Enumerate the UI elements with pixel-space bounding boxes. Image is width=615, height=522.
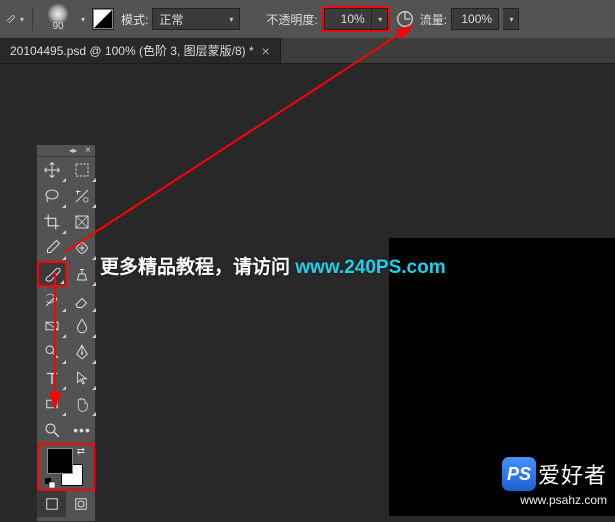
pen-tool[interactable] — [67, 339, 97, 365]
flow-label: 流量: — [420, 11, 447, 28]
opacity-input[interactable]: 10% — [324, 8, 372, 30]
brush-preset-picker[interactable]: 90 — [41, 6, 75, 32]
chevron-down-icon: ▾ — [378, 15, 382, 24]
brush-panel-icon — [92, 8, 114, 30]
eyedropper-tool[interactable] — [37, 235, 67, 261]
tools-panel-header[interactable]: ◂▸ × — [37, 145, 95, 157]
gradient-tool[interactable] — [37, 313, 67, 339]
opacity-label: 不透明度: — [266, 11, 317, 28]
flow-value: 100% — [461, 12, 492, 26]
healing-tool[interactable] — [67, 235, 97, 261]
close-icon[interactable]: × — [85, 145, 91, 156]
pressure-opacity-toggle[interactable] — [394, 8, 416, 30]
type-tool[interactable] — [37, 365, 67, 391]
chevron-down-icon: ▾ — [20, 15, 24, 24]
watermark-ps-badge: PS — [502, 457, 536, 491]
hand-tool[interactable] — [67, 391, 97, 417]
tools-panel: ◂▸ × ••• ⇄ — [36, 144, 96, 522]
standard-mode[interactable] — [37, 491, 66, 517]
lasso-tool[interactable] — [37, 183, 67, 209]
brush-panel-toggle[interactable] — [89, 5, 117, 33]
zoom-tool[interactable] — [37, 417, 67, 443]
blend-mode-select[interactable]: 正常 ▾ — [152, 8, 240, 30]
path-select-tool[interactable] — [67, 365, 97, 391]
eraser-tool[interactable] — [67, 287, 97, 313]
blend-mode-value: 正常 — [159, 11, 183, 28]
document-tab-bar: 20104495.psd @ 100% (色阶 3, 图层蒙版/8) * × — [0, 38, 615, 64]
close-icon[interactable]: × — [262, 43, 270, 59]
opacity-value: 10% — [341, 12, 365, 26]
move-tool[interactable] — [37, 157, 67, 183]
quick-mask-mode[interactable] — [66, 491, 95, 517]
quick-select-tool[interactable] — [67, 183, 97, 209]
overlay-caption: 更多精品教程，请访问 www.240PS.com — [100, 252, 446, 279]
document-title: 20104495.psd @ 100% (色阶 3, 图层蒙版/8) * — [10, 42, 254, 59]
flow-dropdown[interactable]: ▾ — [503, 8, 519, 30]
chevron-down-icon[interactable]: ▾ — [81, 15, 85, 24]
options-bar: ▾ 90 ▾ 模式: 正常 ▾ 不透明度: 10% ▾ 流量: 100% ▾ — [0, 0, 615, 38]
watermark-logo: PS 爱好者 — [502, 457, 607, 491]
opacity-dropdown[interactable]: ▾ — [372, 8, 388, 30]
caption-url: www.240PS.com — [295, 257, 445, 278]
default-colors-icon[interactable] — [45, 478, 55, 488]
edit-toolbar[interactable]: ••• — [67, 417, 97, 443]
chevron-down-icon: ▾ — [229, 15, 233, 24]
watermark-text: 爱好者 — [538, 458, 607, 490]
watermark-url: www.psahz.com — [520, 493, 607, 507]
swap-colors-icon[interactable]: ⇄ — [77, 446, 85, 457]
dodge-tool[interactable] — [37, 339, 67, 365]
frame-tool[interactable] — [67, 209, 97, 235]
brush-tool[interactable] — [37, 261, 67, 287]
divider — [32, 7, 33, 31]
collapse-columns-icon[interactable]: ◂▸ — [69, 146, 77, 155]
marquee-tool[interactable] — [67, 157, 97, 183]
chevron-down-icon: ▾ — [510, 15, 514, 24]
opacity-highlight: 10% ▾ — [322, 6, 390, 32]
foreground-color[interactable] — [47, 448, 73, 474]
mode-label: 模式: — [121, 11, 148, 28]
brush-size-label: 90 — [52, 21, 63, 32]
flow-input[interactable]: 100% — [451, 8, 499, 30]
history-brush-tool[interactable] — [37, 287, 67, 313]
blur-tool[interactable] — [67, 313, 97, 339]
document-tab[interactable]: 20104495.psd @ 100% (色阶 3, 图层蒙版/8) * × — [0, 38, 281, 63]
crop-tool[interactable] — [37, 209, 67, 235]
caption-lead: 更多精品教程，请访问 — [100, 257, 295, 278]
current-tool-indicator[interactable]: ▾ — [6, 10, 24, 28]
color-swatches[interactable]: ⇄ — [37, 443, 95, 491]
shape-tool[interactable] — [37, 391, 67, 417]
clone-stamp-tool[interactable] — [67, 261, 97, 287]
